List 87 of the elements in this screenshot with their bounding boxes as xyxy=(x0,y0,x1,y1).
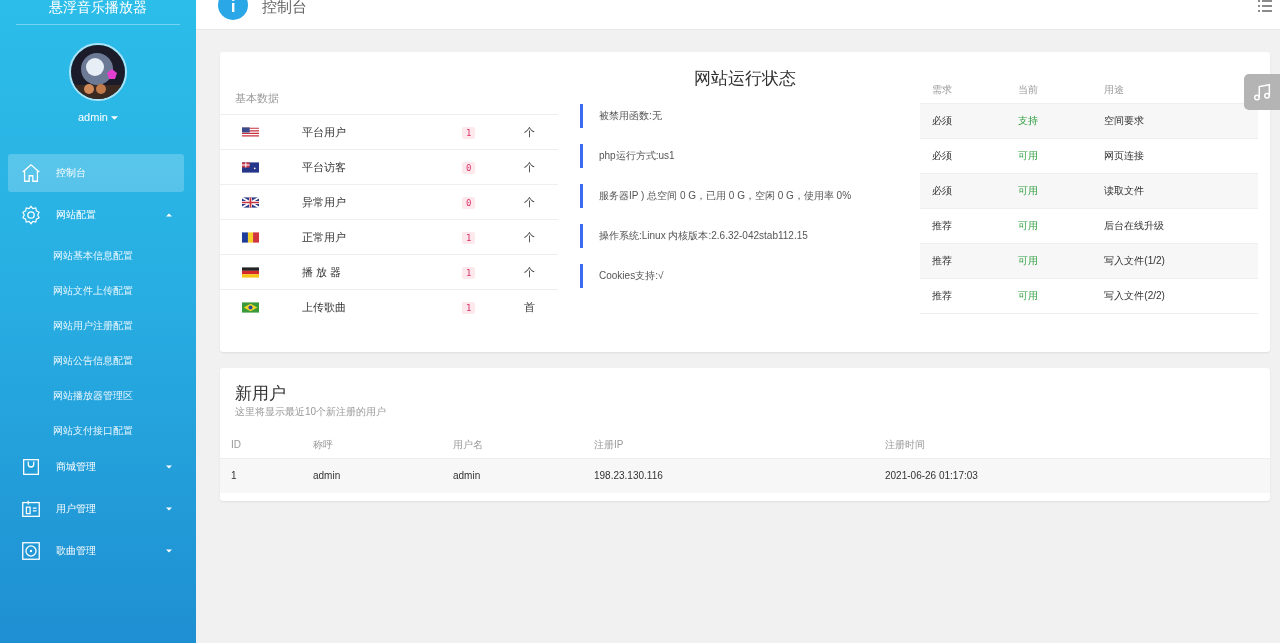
table-cell: 可用 xyxy=(1006,278,1093,313)
flag-icon xyxy=(242,232,259,244)
table-cell: 读取文件 xyxy=(1092,173,1258,208)
row-label: 平台用户 xyxy=(302,124,347,140)
home-icon xyxy=(20,161,42,184)
nav-item[interactable]: 用户管理 xyxy=(8,489,184,528)
count-badge: 0 xyxy=(462,196,476,209)
card-title: 新用户 xyxy=(234,383,287,404)
column-header: 当前 xyxy=(1006,81,1093,103)
submenu-item[interactable]: 网站公告信息配置 xyxy=(0,342,196,378)
table-cell: 2021-06-26 01:17:03 xyxy=(874,458,1270,493)
nav-item[interactable]: 歌曲管理 xyxy=(8,531,184,570)
column-header: 注册时间 xyxy=(874,437,1270,459)
unit-text: 个 xyxy=(524,159,535,175)
submenu-item[interactable]: 网站支付接口配置 xyxy=(0,412,196,448)
count-badge: 1 xyxy=(462,266,476,279)
unit-text: 个 xyxy=(524,264,535,280)
table-cell: 可用 xyxy=(1006,138,1093,173)
table-cell: 网页连接 xyxy=(1092,138,1258,173)
caret-icon xyxy=(166,548,172,553)
caret-icon xyxy=(166,212,172,217)
nav-item[interactable]: 网站配置 xyxy=(8,195,184,234)
row-label: 播 放 器 xyxy=(302,264,343,280)
count-badge: 1 xyxy=(462,126,476,139)
unit-text: 首 xyxy=(524,299,535,315)
section-label: 基本数据 xyxy=(234,90,280,106)
submenu-item[interactable]: 网站基本信息配置 xyxy=(0,237,196,273)
column-header: 用户名 xyxy=(442,437,583,459)
music-note-icon xyxy=(1251,81,1273,103)
status-item: Cookies支持:√ xyxy=(580,263,858,288)
row-label: 平台访客 xyxy=(302,159,347,175)
status-item: 服务器IP ) 总空间 0 G，已用 0 G，空闲 0 G，使用率 0% xyxy=(580,183,858,208)
settings-icon xyxy=(20,203,42,226)
submenu-item[interactable]: 网站用户注册配置 xyxy=(0,307,196,343)
flag-icon xyxy=(242,267,259,279)
column-header: 称呼 xyxy=(302,437,442,459)
table-cell: 198.23.130.116 xyxy=(583,458,874,493)
column-header: ID xyxy=(220,437,302,459)
count-badge: 1 xyxy=(462,231,476,244)
page-title: 控制台 xyxy=(262,0,308,18)
card-subtitle: 这里将显示最近10个新注册的用户 xyxy=(234,405,388,419)
table-cell: 写入文件(2/2) xyxy=(1092,278,1258,313)
nav-item[interactable]: 控制台 xyxy=(8,153,184,192)
user-menu[interactable]: admin xyxy=(0,109,196,126)
music-button[interactable] xyxy=(1244,74,1280,110)
column-header: 需求 xyxy=(920,81,1007,103)
caret-icon xyxy=(111,116,118,121)
table-cell: 推荐 xyxy=(920,278,1007,313)
status-item: 被禁用函数:无 xyxy=(580,103,858,128)
table-cell: 推荐 xyxy=(920,208,1007,243)
column-header: 注册IP xyxy=(583,437,874,459)
status-item: 操作系统:Linux 内核版本:2.6.32-042stab112.15 xyxy=(580,223,858,248)
count-badge: 0 xyxy=(462,161,476,174)
flag-icon xyxy=(242,302,259,314)
flag-icon xyxy=(242,127,259,139)
table-cell: admin xyxy=(442,458,583,493)
table-cell: 可用 xyxy=(1006,173,1093,208)
nav-item[interactable]: 商城管理 xyxy=(8,447,184,486)
caret-icon xyxy=(166,506,172,511)
submenu-item[interactable]: 网站文件上传配置 xyxy=(0,272,196,308)
app-title: 悬浮音乐播放器 xyxy=(16,0,180,25)
unit-text: 个 xyxy=(524,194,535,210)
count-badge: 1 xyxy=(462,301,476,314)
row-label: 异常用户 xyxy=(302,194,347,210)
table-cell: 可用 xyxy=(1006,243,1093,278)
table-cell: 支持 xyxy=(1006,103,1093,138)
table-cell: 写入文件(1/2) xyxy=(1092,243,1258,278)
table-cell: 必须 xyxy=(920,138,1007,173)
submenu-item[interactable]: 网站播放器管理区 xyxy=(0,377,196,413)
row-label: 正常用户 xyxy=(302,229,347,245)
table-cell: admin xyxy=(302,458,442,493)
card-title: 网站运行状态 xyxy=(694,68,796,90)
table-cell: 必须 xyxy=(920,103,1007,138)
flag-icon xyxy=(242,197,259,209)
status-item: php运行方式:us1 xyxy=(580,143,858,168)
table-cell: 推荐 xyxy=(920,243,1007,278)
flag-icon xyxy=(242,162,259,174)
table-cell: 必须 xyxy=(920,173,1007,208)
table-cell: 空间要求 xyxy=(1092,103,1258,138)
table-cell: 后台在线升级 xyxy=(1092,208,1258,243)
table-cell: 1 xyxy=(220,458,302,493)
unit-text: 个 xyxy=(524,229,535,245)
table-cell: 可用 xyxy=(1006,208,1093,243)
row-label: 上传歌曲 xyxy=(302,299,347,315)
unit-text: 个 xyxy=(524,124,535,140)
caret-icon xyxy=(166,464,172,469)
menu-icon xyxy=(1258,0,1272,13)
